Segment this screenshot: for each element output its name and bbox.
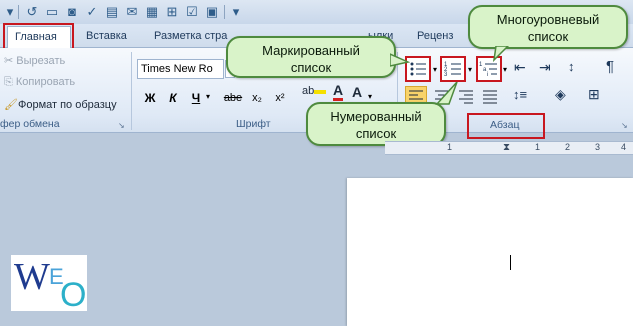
ruler-number: 1 bbox=[535, 142, 541, 152]
ruler-number: 2 bbox=[565, 142, 571, 152]
ruler-number: 4 bbox=[621, 142, 627, 152]
numbered-list-callout: Нумерованный список bbox=[306, 102, 446, 146]
copy-button[interactable]: ⎘ Копировать bbox=[4, 76, 75, 89]
svg-text:i: i bbox=[487, 72, 488, 78]
weo-logo: W E O bbox=[11, 255, 87, 314]
font-color-dropdown-icon[interactable]: ▾ bbox=[368, 92, 372, 101]
callout-pointer bbox=[435, 82, 458, 105]
bulleted-list-callout: Маркированный список bbox=[226, 36, 396, 78]
indent-marker-icon[interactable]: ⧗ bbox=[503, 142, 510, 153]
italic-button[interactable]: К bbox=[163, 88, 183, 108]
format-painter-button[interactable]: 🖌Формат по образцу bbox=[4, 98, 117, 111]
logo-letter-w: W bbox=[14, 256, 50, 298]
strikethrough-button[interactable]: abe bbox=[218, 88, 248, 108]
dialog-launcher-icon[interactable]: ↘ bbox=[118, 121, 125, 130]
pilcrow-icon[interactable]: ¶ bbox=[606, 58, 614, 75]
font-group-label: Шрифт bbox=[236, 118, 271, 130]
svg-text:3: 3 bbox=[444, 72, 448, 78]
paragraph-group-label: Абзац bbox=[490, 119, 520, 131]
bold-button[interactable]: Ж bbox=[140, 88, 160, 108]
toolbar-separator bbox=[224, 5, 225, 19]
increase-indent-icon[interactable]: ⇥ bbox=[539, 59, 551, 76]
callout-pointer bbox=[390, 53, 410, 67]
subscript-button[interactable]: x₂ bbox=[247, 88, 267, 108]
bulleted-list-icon bbox=[410, 62, 426, 76]
horizontal-ruler[interactable]: 1 ⧗ 1 2 3 4 bbox=[385, 141, 633, 155]
document-page[interactable] bbox=[347, 178, 633, 326]
dropdown-arrow-icon[interactable]: ▾ bbox=[2, 4, 18, 20]
numbered-list-icon: 1 2 3 bbox=[444, 62, 461, 78]
font-color-icon[interactable]: A bbox=[333, 83, 344, 101]
line-spacing-icon[interactable]: ↕≡ bbox=[513, 87, 527, 102]
insert-icon[interactable]: ⊞ bbox=[164, 4, 180, 20]
group-separator bbox=[131, 52, 132, 130]
numbered-dropdown-icon[interactable]: ▾ bbox=[468, 65, 472, 74]
font-family-input[interactable]: Times New Ro bbox=[137, 59, 224, 79]
shading-icon[interactable]: ◈ bbox=[555, 86, 566, 103]
open-folder-icon[interactable]: ▤ bbox=[104, 4, 120, 20]
callout-pointer bbox=[492, 46, 510, 62]
picture-icon[interactable]: ▣ bbox=[204, 4, 220, 20]
logo-letter-o: O bbox=[60, 276, 87, 314]
sort-icon[interactable]: ↕ bbox=[568, 59, 575, 74]
new-document-icon[interactable]: ▭ bbox=[44, 4, 60, 20]
table-icon[interactable]: ▦ bbox=[144, 4, 160, 20]
text-cursor bbox=[510, 255, 511, 270]
copy-icon: ⎘ bbox=[4, 76, 16, 88]
justify-icon[interactable] bbox=[480, 87, 500, 105]
customize-toolbar-icon[interactable]: ▾ bbox=[228, 4, 244, 20]
underline-dropdown-icon[interactable]: ▾ bbox=[206, 92, 210, 101]
clipboard-group-label: фер обмена bbox=[0, 118, 60, 130]
tab-review[interactable]: Реценз bbox=[417, 26, 453, 48]
borders-icon[interactable]: ⊞ bbox=[588, 86, 600, 103]
undo-icon[interactable]: ↺ bbox=[24, 4, 40, 20]
home-tab-highlight bbox=[3, 23, 74, 51]
tab-page-layout[interactable]: Разметка стра bbox=[154, 26, 227, 48]
scissors-icon: ✂ bbox=[4, 55, 17, 67]
email-icon[interactable]: ✉ bbox=[124, 4, 140, 20]
cut-button[interactable]: ✂ Вырезать bbox=[4, 54, 65, 67]
ruler-number: 3 bbox=[595, 142, 601, 152]
tab-insert[interactable]: Вставка bbox=[86, 26, 127, 48]
print-preview-icon[interactable]: ◙ bbox=[64, 4, 80, 20]
check-icon[interactable]: ☑ bbox=[184, 4, 200, 20]
ruler-number: 1 bbox=[447, 142, 453, 152]
multilevel-dropdown-icon[interactable]: ▾ bbox=[503, 65, 507, 74]
toolbar-separator bbox=[18, 5, 19, 19]
spelling-icon[interactable]: ✓ bbox=[84, 4, 100, 20]
bulleted-dropdown-icon[interactable]: ▾ bbox=[433, 65, 437, 74]
multilevel-list-callout: Многоуровневый список bbox=[468, 5, 628, 49]
brush-icon: 🖌 bbox=[4, 99, 18, 111]
paragraph-dialog-launcher-icon[interactable]: ↘ bbox=[621, 121, 628, 130]
underline-button[interactable]: Ч bbox=[186, 88, 206, 108]
superscript-button[interactable]: x² bbox=[270, 88, 290, 108]
numbered-list-button[interactable]: 1 2 3 bbox=[440, 56, 466, 82]
